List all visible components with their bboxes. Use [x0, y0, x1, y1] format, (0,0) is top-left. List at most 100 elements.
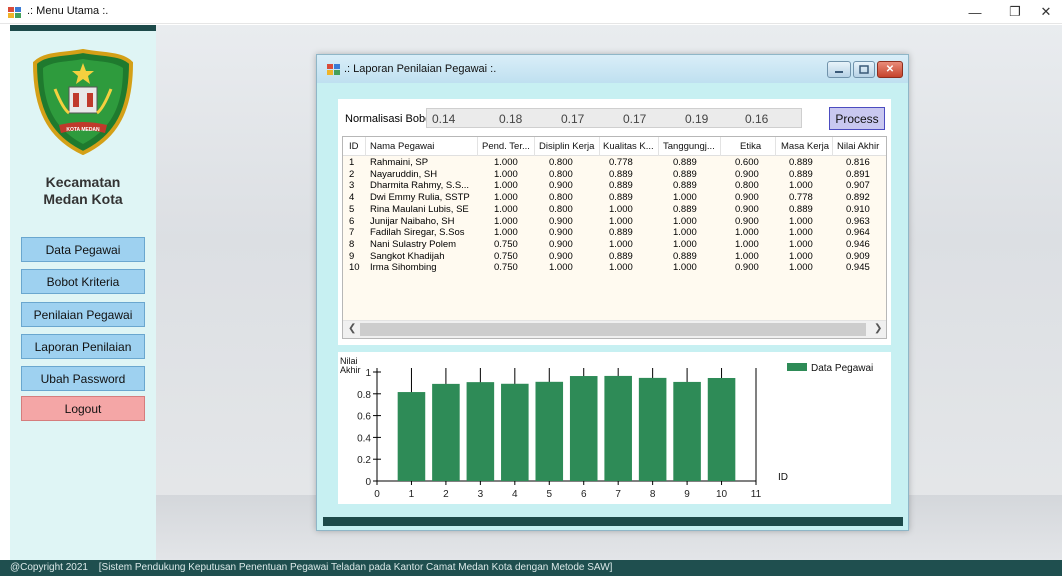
table-cell: 0.900 — [735, 262, 759, 274]
main-title-bar: .: Menu Utama :. — ❐ ✕ — [0, 0, 1062, 24]
normalisasi-bobot-bar: Normalisasi Bobot : 0.14 0.18 0.17 0.17 … — [343, 107, 885, 131]
table-cell: 0.889 — [673, 250, 697, 262]
nav-laporan-penilaian[interactable]: Laporan Penilaian — [21, 334, 145, 359]
table-row[interactable]: 7 Fadilah Siregar, S.Sos 1.000 0.900 0.889 1.… — [343, 227, 886, 238]
bobot-value: 0.14 — [432, 112, 456, 126]
close-button[interactable]: ✕ — [1030, 2, 1062, 22]
table-cell: 1.000 — [673, 227, 697, 239]
table-cell: 0.907 — [846, 180, 870, 192]
column-header-id[interactable]: ID — [349, 141, 363, 152]
table-row[interactable]: 4 Dwi Emmy Rulia, SSTP 1.000 0.800 0.889 1.00… — [343, 192, 886, 203]
chart-bar — [432, 383, 460, 481]
column-header-disiplin[interactable]: Disiplin Kerja — [539, 141, 597, 152]
minimize-button[interactable]: — — [959, 2, 991, 22]
brand-line-2: Medan Kota — [43, 191, 123, 207]
column-header-pendidikan[interactable]: Pend. Ter... — [482, 141, 532, 152]
bobot-value: 0.18 — [499, 112, 523, 126]
child-maximize-button[interactable] — [853, 61, 875, 78]
x-tick-label: 10 — [716, 489, 728, 500]
table-cell: 1.000 — [609, 203, 633, 215]
table-cell: 1.000 — [673, 192, 697, 204]
table-cell: 1.000 — [735, 250, 759, 262]
table-cell: Irma Sihombing — [370, 262, 437, 274]
table-cell: 0.800 — [549, 192, 573, 204]
nav-data-pegawai[interactable]: Data Pegawai — [21, 237, 145, 262]
table-header: ID Nama Pegawai Pend. Ter... Disiplin Ke… — [343, 137, 886, 156]
table-cell: 0.892 — [846, 192, 870, 204]
legend-label: Data Pegawai — [811, 363, 873, 374]
column-header-masa-kerja[interactable]: Masa Kerja — [781, 141, 831, 152]
column-header-kualitas[interactable]: Kualitas K... — [603, 141, 655, 152]
table-cell: Rina Maulani Lubis, SE — [370, 203, 469, 215]
chart-bar — [673, 381, 701, 481]
x-tick-label: 5 — [546, 489, 552, 500]
table-row[interactable]: 5 Rina Maulani Lubis, SE 1.000 0.800 1.000 0.… — [343, 204, 886, 215]
table-row[interactable]: 6 Junijar Naibaho, SH 1.000 0.900 1.000 1.000… — [343, 216, 886, 227]
chart-bar — [638, 377, 667, 481]
table-cell: 0.889 — [789, 203, 813, 215]
logo-text: KOTA MEDAN — [66, 127, 100, 133]
table-cell: 1.000 — [789, 227, 813, 239]
column-header-nama[interactable]: Nama Pegawai — [370, 141, 474, 152]
table-cell: 0.900 — [735, 192, 759, 204]
table-cell: Sangkot Khadijah — [370, 250, 445, 262]
table-cell: 0.900 — [735, 168, 759, 180]
scroll-left-icon[interactable]: ❮ — [348, 323, 356, 334]
table-cell: 1.000 — [735, 238, 759, 250]
scroll-right-icon[interactable]: ❯ — [874, 323, 882, 334]
nav-penilaian-pegawai[interactable]: Penilaian Pegawai — [21, 302, 145, 327]
nav-bobot-kriteria[interactable]: Bobot Kriteria — [21, 269, 145, 294]
table-row[interactable]: 3 Dharmita Rahmy, S.S... 1.000 0.900 0.889 0.… — [343, 180, 886, 191]
table-row[interactable]: 2 Nayaruddin, SH 1.000 0.800 0.889 0.889 0.900… — [343, 169, 886, 180]
logout-button[interactable]: Logout — [21, 396, 145, 421]
table-cell: Rahmaini, SP — [370, 157, 429, 168]
nav-ubah-password[interactable]: Ubah Password — [21, 366, 145, 391]
table-cell: 0.750 — [494, 238, 518, 250]
table-row[interactable]: 10 Irma Sihombing 0.750 1.000 1.000 1.000 0.90… — [343, 262, 886, 273]
column-header-tanggungjawab[interactable]: Tanggungj... — [663, 141, 718, 152]
process-button[interactable]: Process — [829, 107, 885, 130]
table-cell: 0.889 — [673, 157, 697, 168]
nilai-akhir-chart: 0 0.2 0.4 0.6 0.8 1 0 1 2 3 4 5 6 7 8 9 10 11 Nilai Akhir ID… — [338, 352, 891, 504]
table-cell: 0.891 — [846, 168, 870, 180]
bobot-value: 0.17 — [561, 112, 585, 126]
table-cell: 0.889 — [673, 180, 697, 192]
x-tick-label: 3 — [478, 489, 484, 500]
table-cell: Dwi Emmy Rulia, SSTP — [370, 192, 470, 204]
column-header-etika[interactable]: Etika — [740, 141, 774, 152]
child-minimize-button[interactable] — [827, 61, 851, 78]
table-cell: 0.889 — [789, 157, 813, 168]
restore-button[interactable]: ❐ — [999, 2, 1031, 22]
table-cell: 0.900 — [735, 203, 759, 215]
laporan-title-bar[interactable]: .: Laporan Penilaian Pegawai :. ✕ — [317, 55, 908, 83]
table-cell: 6 — [349, 215, 355, 227]
close-icon: ✕ — [1040, 4, 1052, 19]
table-row[interactable]: 1 Rahmaini, SP 1.000 0.800 0.778 0.889 0.600 0.… — [343, 157, 886, 168]
table-cell: 1.000 — [494, 227, 518, 239]
table-cell: 1.000 — [609, 215, 633, 227]
table-cell: 1.000 — [609, 262, 633, 274]
column-header-nilai-akhir[interactable]: Nilai Akhir — [837, 141, 885, 152]
table-cell: 9 — [349, 250, 355, 262]
bobot-value: 0.19 — [685, 112, 709, 126]
table-row[interactable]: 8 Nani Sulastry Polem 0.750 0.900 1.000 1.000… — [343, 239, 886, 250]
horizontal-scrollbar[interactable]: ❮ ❯ — [343, 320, 886, 338]
y-tick-label: 0.4 — [357, 433, 371, 444]
table-cell: 1.000 — [494, 157, 518, 168]
table-cell: 1 — [349, 157, 355, 168]
scrollbar-thumb[interactable] — [360, 323, 866, 336]
table-cell: 0.778 — [609, 157, 633, 168]
table-cell: 0.964 — [846, 227, 870, 239]
laporan-window: .: Laporan Penilaian Pegawai :. ✕ Normal… — [316, 54, 909, 531]
table-cell: 1.000 — [609, 238, 633, 250]
app-icon — [8, 7, 21, 18]
x-tick-label: 6 — [581, 489, 587, 500]
chart-bar — [535, 381, 564, 481]
table-cell: 0.800 — [735, 180, 759, 192]
x-tick-label: 4 — [512, 489, 518, 500]
table-row[interactable]: 9 Sangkot Khadijah 0.750 0.900 0.889 0.889 1.0… — [343, 251, 886, 262]
table-cell: 0.800 — [549, 168, 573, 180]
report-panel: Normalisasi Bobot : 0.14 0.18 0.17 0.17 … — [338, 99, 891, 345]
laporan-table[interactable]: ID Nama Pegawai Pend. Ter... Disiplin Ke… — [342, 136, 887, 339]
child-close-button[interactable]: ✕ — [877, 61, 903, 78]
